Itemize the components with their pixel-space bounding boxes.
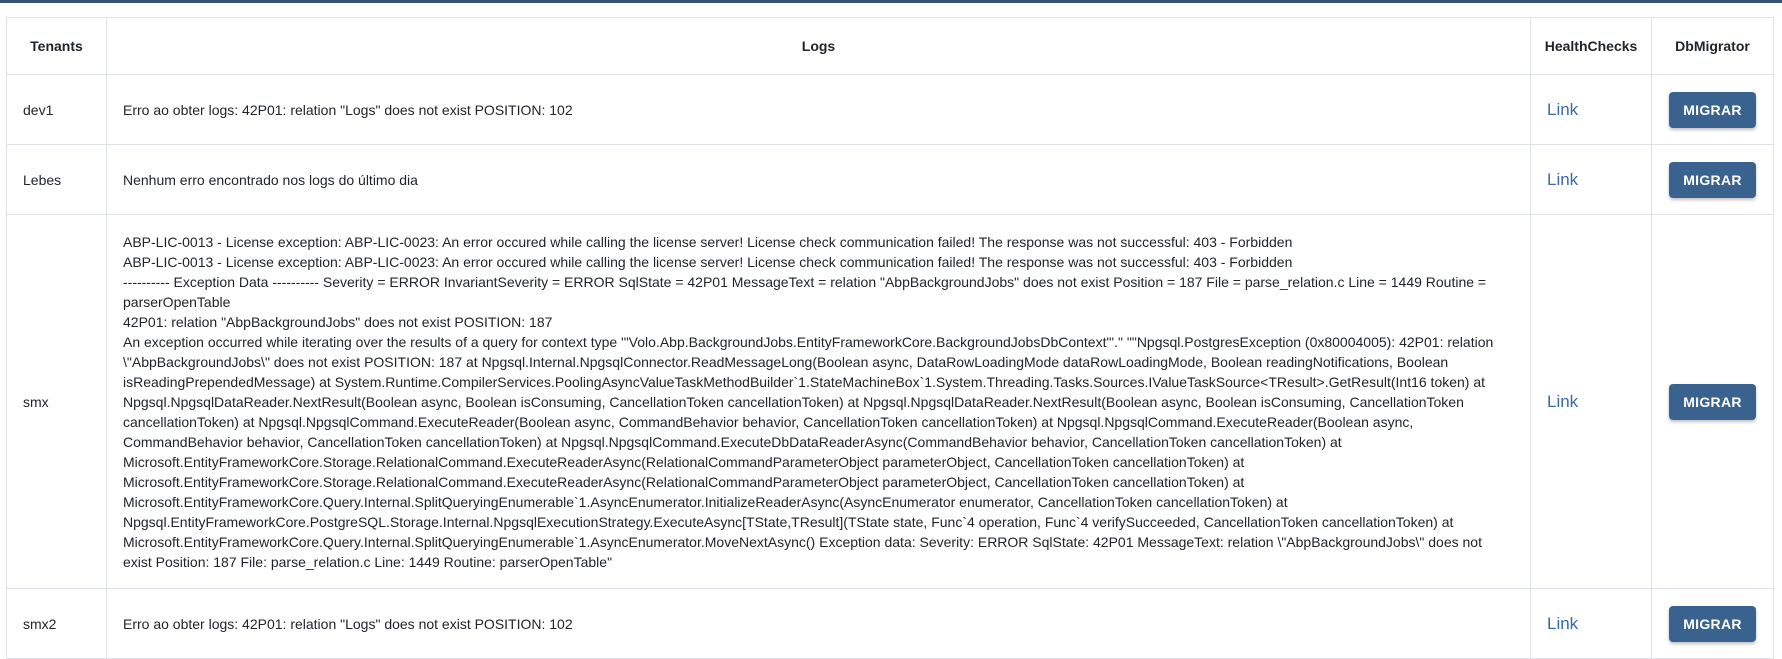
log-cell: ABP-LIC-0013 - License exception: ABP-LI… [106,214,1531,589]
migrator-cell: MIGRAR [1651,214,1774,589]
healthcheck-link[interactable]: Link [1547,170,1578,189]
table-row: smx ABP-LIC-0013 - License exception: AB… [6,214,1774,589]
column-header-dbmigrator: DbMigrator [1651,17,1774,75]
healthcheck-link[interactable]: Link [1547,100,1578,119]
column-header-healthchecks: HealthChecks [1530,17,1652,75]
table-row: smx2 Erro ao obter logs: 42P01: relation… [6,588,1774,659]
table-header-row: Tenants Logs HealthChecks DbMigrator [6,17,1774,75]
tenant-name: dev1 [6,74,107,145]
table-row: Lebes Nenhum erro encontrado nos logs do… [6,144,1774,215]
tenants-table-container: Tenants Logs HealthChecks DbMigrator dev… [6,17,1774,659]
log-line: Erro ao obter logs: 42P01: relation "Log… [123,615,573,632]
log-cell: Erro ao obter logs: 42P01: relation "Log… [106,74,1531,145]
healthcheck-cell: Link [1530,214,1652,589]
migrar-button[interactable]: MIGRAR [1669,161,1756,198]
healthcheck-link[interactable]: Link [1547,614,1578,633]
migrar-button[interactable]: MIGRAR [1669,91,1756,128]
migrar-button[interactable]: MIGRAR [1669,383,1756,420]
tenant-name: smx2 [6,588,107,659]
log-line: An exception occurred while iterating ov… [123,333,1494,570]
healthcheck-cell: Link [1530,588,1652,659]
migrator-cell: MIGRAR [1651,74,1774,145]
tenants-table: Tenants Logs HealthChecks DbMigrator dev… [6,17,1774,659]
log-line: Erro ao obter logs: 42P01: relation "Log… [123,101,573,118]
log-line: 42P01: relation "AbpBackgroundJobs" does… [123,313,553,330]
column-header-logs: Logs [106,17,1531,75]
table-row: dev1 Erro ao obter logs: 42P01: relation… [6,74,1774,145]
healthcheck-cell: Link [1530,74,1652,145]
log-line: ---------- Exception Data ---------- Sev… [123,273,1487,310]
healthcheck-link[interactable]: Link [1547,392,1578,411]
log-line: Nenhum erro encontrado nos logs do últim… [123,171,418,188]
log-line: ABP-LIC-0013 - License exception: ABP-LI… [123,253,1293,270]
log-line: ABP-LIC-0013 - License exception: ABP-LI… [123,233,1293,250]
log-cell: Erro ao obter logs: 42P01: relation "Log… [106,588,1531,659]
migrator-cell: MIGRAR [1651,144,1774,215]
migrar-button[interactable]: MIGRAR [1669,605,1756,642]
top-accent-bar [0,0,1782,3]
healthcheck-cell: Link [1530,144,1652,215]
tenant-name: smx [6,214,107,589]
log-cell: Nenhum erro encontrado nos logs do últim… [106,144,1531,215]
column-header-tenants: Tenants [6,17,107,75]
migrator-cell: MIGRAR [1651,588,1774,659]
tenant-name: Lebes [6,144,107,215]
